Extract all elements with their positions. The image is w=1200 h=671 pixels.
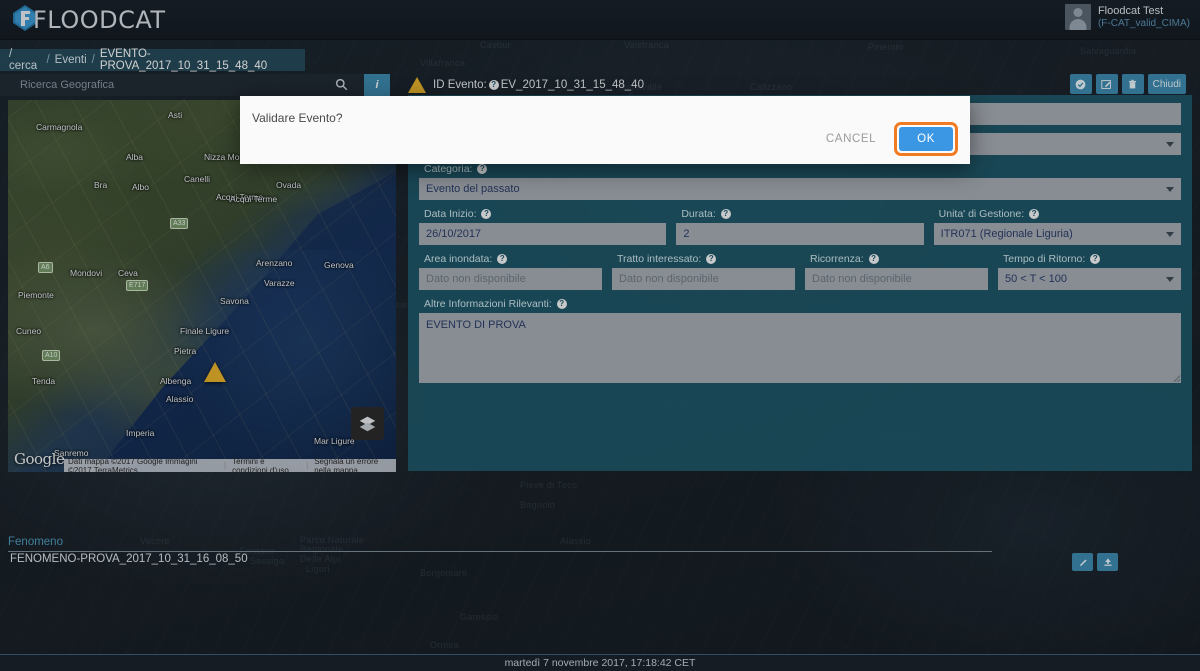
- dialog-message: Validare Evento?: [252, 111, 343, 125]
- ok-button-highlight: OK: [894, 122, 958, 156]
- cancel-button[interactable]: CANCEL: [814, 127, 888, 151]
- ok-button[interactable]: OK: [899, 127, 953, 151]
- confirm-dialog: Validare Evento? CANCEL OK: [240, 96, 970, 164]
- dialog-actions: CANCEL OK: [814, 122, 958, 156]
- app-root: CavourValsfrancaPineroloSalvaguardiaVill…: [0, 0, 1200, 671]
